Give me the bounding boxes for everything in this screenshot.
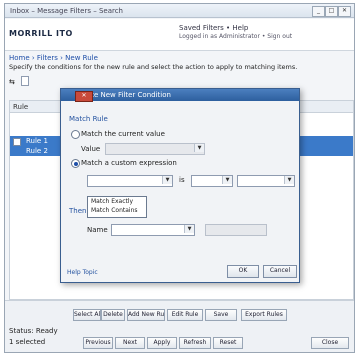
- filter-dialog: Create New Filter Condition ✕ Match Rule…: [60, 88, 300, 283]
- breadcrumb[interactable]: Home › Filters › New Rule: [9, 54, 98, 62]
- name-dropdown[interactable]: ▼: [111, 224, 195, 236]
- toolbar-field[interactable]: [21, 76, 29, 86]
- table-header-label: Rule: [13, 103, 29, 111]
- close-button[interactable]: Close: [311, 337, 349, 349]
- apply-button[interactable]: Apply: [147, 337, 177, 349]
- row-checkbox[interactable]: [13, 138, 21, 146]
- dialog-close-icon[interactable]: ✕: [75, 91, 93, 102]
- next-button[interactable]: Next: [115, 337, 145, 349]
- row-label: Rule 1: [26, 137, 48, 145]
- bottom-bar: Select All Delete Add New Rule Edit Rule…: [5, 300, 354, 352]
- name-extra-field: [205, 224, 267, 236]
- reset-button[interactable]: Reset: [213, 337, 243, 349]
- title-bar: Inbox – Message Filters – Search _ □ ✕: [5, 4, 354, 18]
- chevron-down-icon[interactable]: ▼: [222, 176, 232, 184]
- close-icon[interactable]: ✕: [338, 6, 351, 17]
- help-link[interactable]: Help Topic: [67, 269, 98, 276]
- chevron-down-icon[interactable]: ▼: [162, 176, 172, 184]
- section2-label: Then: [69, 207, 87, 215]
- app-header: MORRILL ITO Saved Filters • Help Logged …: [5, 19, 354, 51]
- operand-dropdown[interactable]: ▼: [191, 175, 233, 187]
- export-button[interactable]: Export Rules: [241, 309, 287, 321]
- status-value: 1 selected: [9, 338, 46, 346]
- chevron-down-icon: ▼: [194, 144, 204, 152]
- row-label: Rule 2: [26, 147, 48, 155]
- chevron-down-icon[interactable]: ▼: [284, 176, 294, 184]
- refresh-button[interactable]: Refresh: [179, 337, 211, 349]
- value2-dropdown[interactable]: ▼: [237, 175, 295, 187]
- select-all-button[interactable]: Select All: [73, 309, 101, 321]
- chevron-down-icon[interactable]: ▼: [184, 225, 194, 233]
- dropdown-list: Match Exactly Match Contains: [87, 196, 147, 218]
- radio-custom-expression[interactable]: [71, 159, 80, 168]
- delete-button[interactable]: Delete: [101, 309, 125, 321]
- radio-current-value[interactable]: [71, 130, 80, 139]
- value-dropdown: ▼: [105, 143, 205, 155]
- dialog-title-bar: Create New Filter Condition ✕: [61, 89, 299, 102]
- add-rule-button[interactable]: Add New Rule: [127, 309, 165, 321]
- edit-rule-button[interactable]: Edit Rule: [167, 309, 203, 321]
- ok-button[interactable]: OK: [227, 265, 259, 278]
- header-links[interactable]: Saved Filters • Help: [179, 24, 248, 32]
- section-label: Match Rule: [69, 115, 108, 123]
- previous-button[interactable]: Previous: [83, 337, 113, 349]
- operator-label: is: [179, 176, 185, 184]
- window-title: Inbox – Message Filters – Search: [10, 7, 123, 15]
- toolbar: ⇆: [9, 76, 69, 88]
- status-label: Status: Ready: [9, 327, 58, 335]
- dropdown-option[interactable]: Match Exactly: [91, 198, 133, 205]
- name-label: Name: [87, 226, 108, 234]
- expression-dropdown[interactable]: ▼: [87, 175, 173, 187]
- radio-current-label: Match the current value: [81, 130, 165, 138]
- save-button[interactable]: Save: [205, 309, 237, 321]
- radio-custom-label: Match a custom expression: [81, 159, 177, 167]
- maximize-icon[interactable]: □: [325, 6, 338, 17]
- instructions-text: Specify the conditions for the new rule …: [9, 63, 298, 71]
- minimize-icon[interactable]: _: [312, 6, 325, 17]
- cancel-button[interactable]: Cancel: [263, 265, 297, 278]
- value-label: Value: [81, 145, 101, 153]
- dropdown-option[interactable]: Match Contains: [91, 207, 138, 214]
- filter-icon[interactable]: ⇆: [9, 78, 15, 86]
- header-user-info: Logged in as Administrator • Sign out: [179, 33, 293, 40]
- brand-logo: MORRILL ITO: [9, 29, 73, 38]
